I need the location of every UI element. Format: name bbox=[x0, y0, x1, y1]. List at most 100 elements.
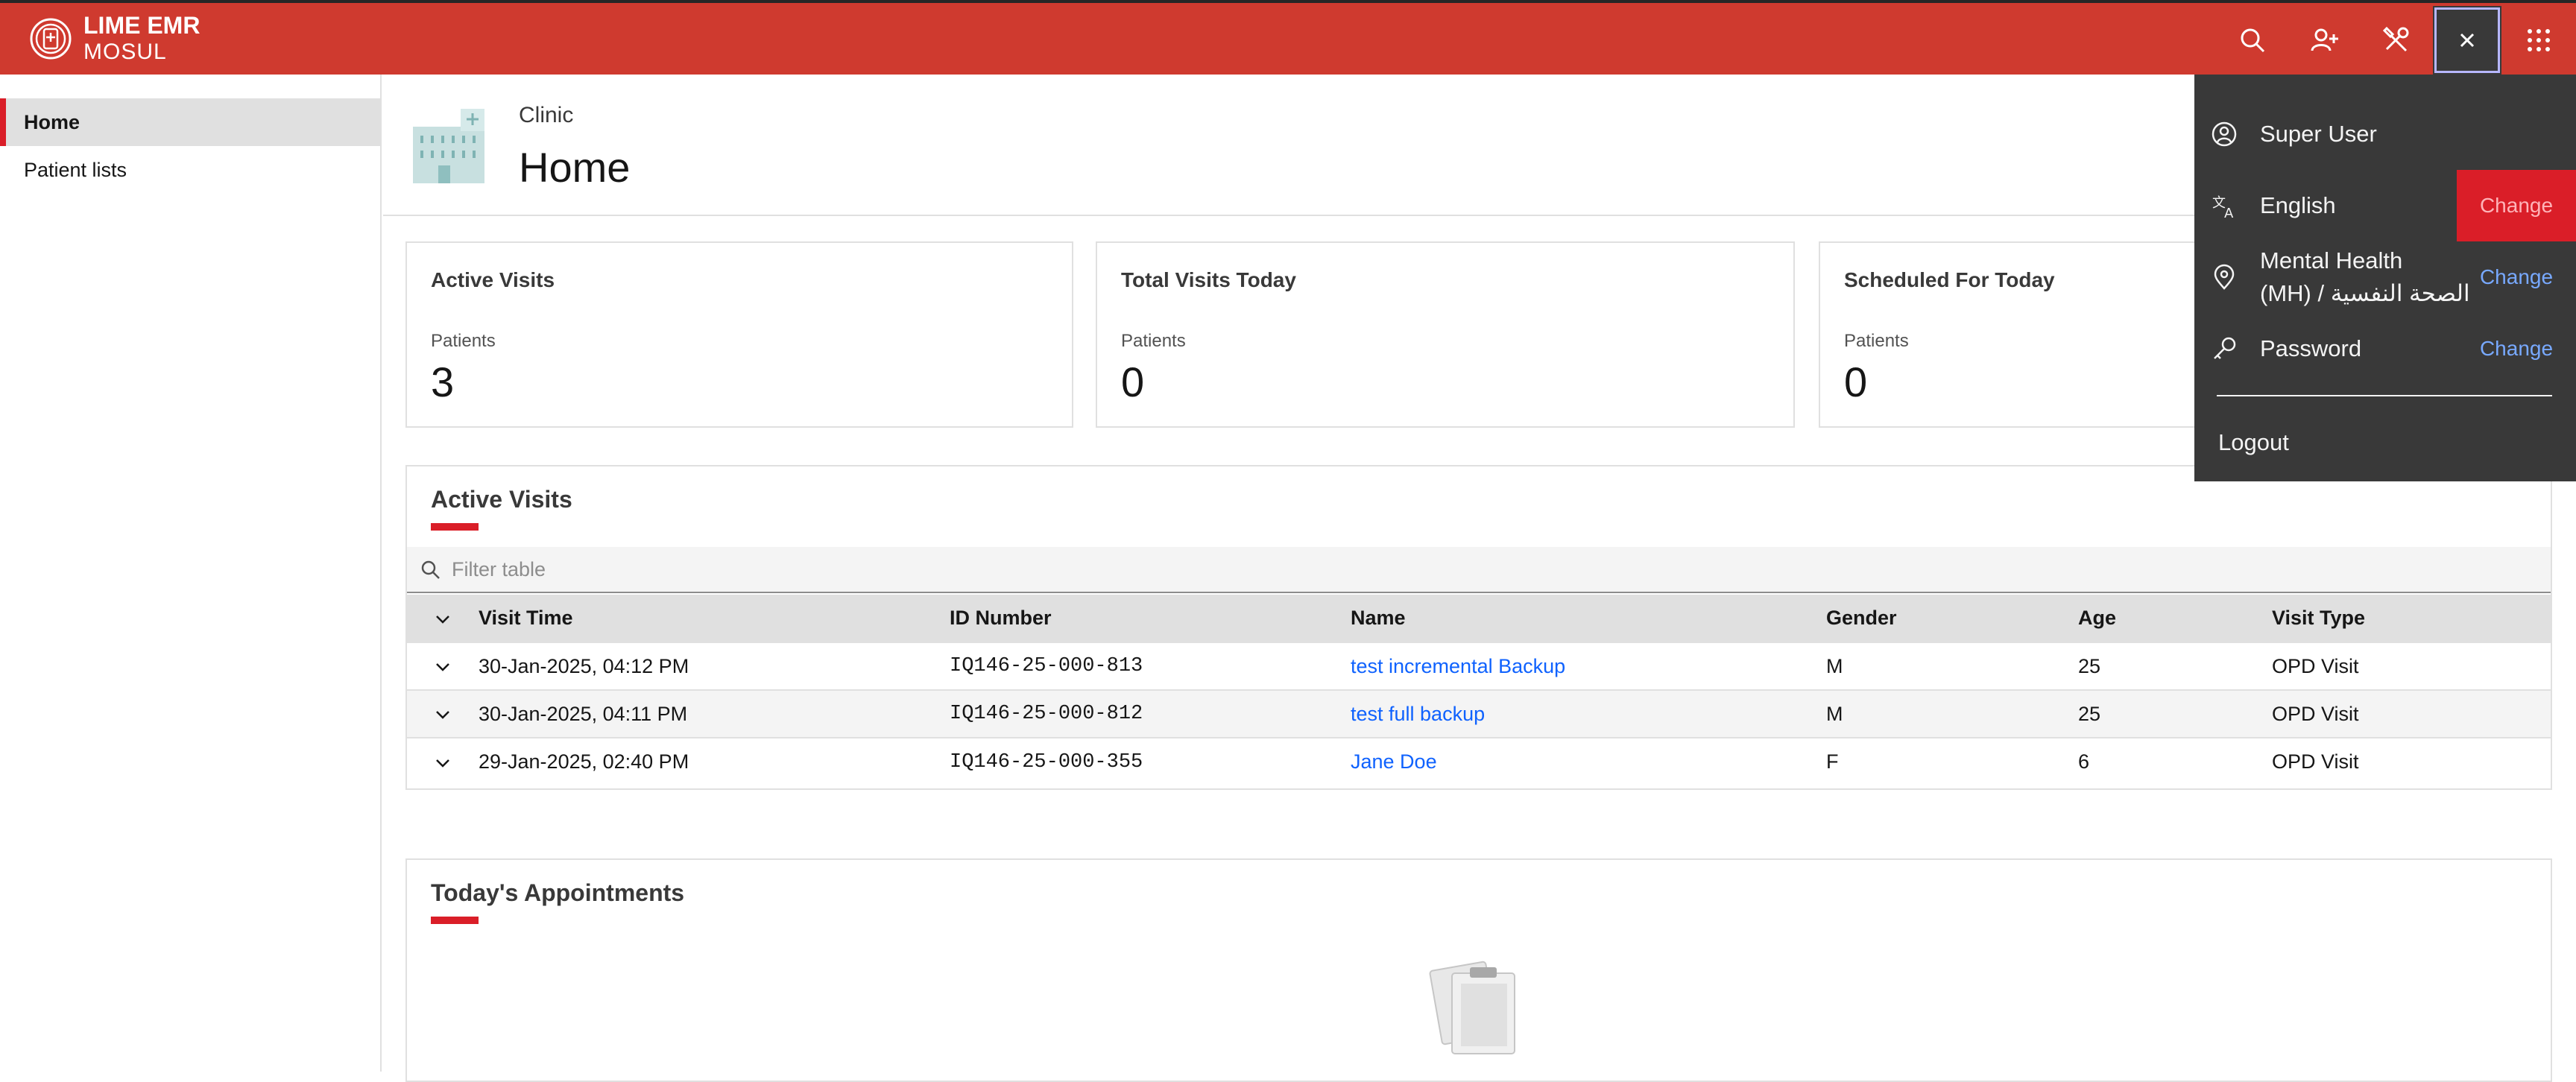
id-number-cell: IQ146-25-000-812 bbox=[950, 689, 1351, 738]
close-icon bbox=[2460, 33, 2475, 48]
password-row: Password Change bbox=[2194, 313, 2576, 385]
age-cell: 6 bbox=[2078, 737, 2272, 785]
language-icon: 文A bbox=[2212, 195, 2234, 219]
todays-appointments-widget: Today's Appointments bbox=[405, 858, 2552, 1082]
brand-name: LIME EMR bbox=[83, 12, 201, 39]
app-switcher-icon bbox=[2528, 29, 2550, 51]
language-label: English bbox=[2260, 192, 2336, 218]
password-label: Password bbox=[2260, 335, 2362, 361]
chevron-down-icon bbox=[436, 663, 449, 672]
id-number-cell: IQ146-25-000-355 bbox=[950, 737, 1351, 785]
clinic-building-icon bbox=[413, 109, 484, 183]
active-visits-table: Visit Time ID Number Name Gender Age Vis… bbox=[407, 595, 2551, 785]
expand-row-button[interactable] bbox=[407, 689, 479, 738]
column-header[interactable]: Gender bbox=[1826, 595, 2078, 642]
metric-label: Patients bbox=[431, 331, 496, 351]
visit-time-cell: 30-Jan-2025, 04:11 PM bbox=[479, 689, 950, 738]
column-header[interactable]: Visit Type bbox=[2272, 595, 2551, 642]
widget-title: Active Visits bbox=[431, 486, 572, 513]
gender-cell: M bbox=[1826, 642, 2078, 690]
brand[interactable]: LIME EMR MOSUL bbox=[28, 12, 200, 66]
title-underline bbox=[431, 523, 479, 531]
add-patient-button[interactable] bbox=[2290, 6, 2358, 75]
location-label-line1: Mental Health bbox=[2260, 247, 2403, 273]
app-switcher-button[interactable] bbox=[2504, 6, 2573, 75]
patient-name-link[interactable]: test incremental Backup bbox=[1351, 642, 1826, 690]
panel-divider bbox=[2217, 395, 2552, 396]
title-underline bbox=[431, 917, 479, 924]
change-location-button[interactable]: Change bbox=[2457, 241, 2576, 313]
location-label-line2: (MH) / الصحة النفسية bbox=[2260, 280, 2470, 306]
sidebar-item-label: Patient lists bbox=[24, 158, 127, 181]
language-row: 文A English Change bbox=[2194, 170, 2576, 241]
page-title: Home bbox=[519, 144, 631, 191]
location-pin-icon bbox=[2214, 264, 2235, 290]
widget-title: Today's Appointments bbox=[431, 879, 685, 906]
metric-card-total-visits: Total Visits Today Patients 0 bbox=[1096, 241, 1795, 428]
metric-title: Total Visits Today bbox=[1121, 268, 1296, 291]
metric-label: Patients bbox=[1121, 331, 1186, 351]
user-avatar-icon bbox=[2212, 121, 2237, 147]
sidebar-item-label: Home bbox=[24, 110, 80, 133]
metric-value: 0 bbox=[1121, 358, 1145, 405]
column-header[interactable]: Age bbox=[2078, 595, 2272, 642]
expand-all-toggle[interactable] bbox=[407, 595, 479, 642]
filter-table-input[interactable] bbox=[452, 547, 2464, 592]
visit-time-cell: 30-Jan-2025, 04:12 PM bbox=[479, 642, 950, 690]
table-header-row: Visit Time ID Number Name Gender Age Vis… bbox=[407, 595, 2551, 642]
add-patient-icon bbox=[2311, 28, 2338, 51]
patient-name-link[interactable]: test full backup bbox=[1351, 689, 1826, 738]
patient-name-link[interactable]: Jane Doe bbox=[1351, 737, 1826, 785]
user-name: Super User bbox=[2260, 121, 2377, 147]
breadcrumb: Clinic bbox=[519, 103, 574, 127]
visit-type-cell: OPD Visit bbox=[2272, 642, 2551, 690]
tools-button[interactable] bbox=[2361, 6, 2430, 75]
search-icon bbox=[2241, 28, 2265, 53]
id-number-cell: IQ146-25-000-813 bbox=[950, 642, 1351, 690]
visit-type-cell: OPD Visit bbox=[2272, 689, 2551, 738]
close-user-menu-button[interactable] bbox=[2433, 6, 2501, 75]
column-header[interactable]: ID Number bbox=[950, 595, 1351, 642]
table-row: 30-Jan-2025, 04:11 PM IQ146-25-000-812 t… bbox=[407, 689, 2551, 738]
column-header[interactable]: Visit Time bbox=[479, 595, 950, 642]
age-cell: 25 bbox=[2078, 689, 2272, 738]
metric-value: 3 bbox=[431, 358, 455, 405]
chevron-down-icon bbox=[436, 711, 449, 720]
search-icon bbox=[421, 560, 440, 579]
tools-icon bbox=[2382, 26, 2409, 52]
visit-time-cell: 29-Jan-2025, 02:40 PM bbox=[479, 737, 950, 785]
user-row: Super User bbox=[2194, 98, 2576, 170]
metric-value: 0 bbox=[1844, 358, 1868, 405]
brand-subtitle: MOSUL bbox=[83, 39, 167, 64]
metric-label: Patients bbox=[1844, 331, 1909, 351]
sidebar-item-patient-lists[interactable]: Patient lists bbox=[0, 146, 380, 194]
table-row: 30-Jan-2025, 04:12 PM IQ146-25-000-813 t… bbox=[407, 642, 2551, 690]
lime-logo-icon bbox=[30, 18, 72, 60]
age-cell: 25 bbox=[2078, 642, 2272, 690]
search-button[interactable] bbox=[2218, 6, 2287, 75]
change-password-button[interactable]: Change bbox=[2457, 313, 2576, 385]
metric-title: Scheduled For Today bbox=[1844, 268, 2055, 291]
gender-cell: M bbox=[1826, 689, 2078, 738]
table-row: 29-Jan-2025, 02:40 PM IQ146-25-000-355 J… bbox=[407, 737, 2551, 785]
column-header[interactable]: Name bbox=[1351, 595, 1826, 642]
key-icon bbox=[2214, 337, 2236, 359]
chevron-down-icon bbox=[436, 759, 449, 768]
svg-text:A: A bbox=[2224, 206, 2234, 219]
metric-title: Active Visits bbox=[431, 268, 555, 291]
top-header: LIME EMR MOSUL bbox=[0, 0, 2576, 75]
active-visits-widget: Active Visits Visit Time ID Number Name … bbox=[405, 465, 2552, 790]
location-row: Mental Health (MH) / الصحة النفسية Chang… bbox=[2194, 241, 2576, 313]
sidebar: Home Patient lists bbox=[0, 75, 382, 1072]
logout-button[interactable]: Logout bbox=[2218, 429, 2289, 456]
visit-type-cell: OPD Visit bbox=[2272, 737, 2551, 785]
sidebar-item-home[interactable]: Home bbox=[0, 98, 380, 146]
gender-cell: F bbox=[1826, 737, 2078, 785]
user-menu-panel: Super User 文A English Change Mental Heal… bbox=[2194, 75, 2576, 481]
change-language-button[interactable]: Change bbox=[2457, 170, 2576, 241]
expand-row-button[interactable] bbox=[407, 737, 479, 785]
expand-row-button[interactable] bbox=[407, 642, 479, 690]
empty-clipboard-icon bbox=[1429, 961, 1515, 1054]
filter-bar bbox=[407, 547, 2551, 593]
metric-card-active-visits: Active Visits Patients 3 bbox=[405, 241, 1073, 428]
